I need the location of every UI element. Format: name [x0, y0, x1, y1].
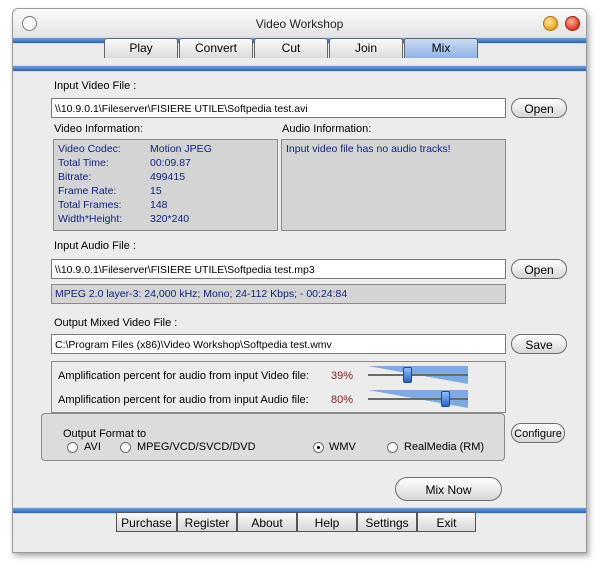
input-video-label: Input Video File :	[54, 80, 137, 92]
window-title: Video Workshop	[255, 17, 344, 31]
tab-join[interactable]: Join	[329, 38, 403, 58]
open-audio-button[interactable]: Open	[511, 259, 567, 279]
save-button[interactable]: Save	[511, 334, 567, 354]
audio-details-text: MPEG 2.0 layer-3: 24,000 kHz; Mono; 24-1…	[55, 288, 348, 300]
minimize-icon[interactable]	[543, 16, 558, 31]
slider-track	[368, 374, 468, 376]
radio-mpeg-label: MPEG/VCD/SVCD/DVD	[137, 441, 256, 453]
about-button[interactable]: About	[237, 512, 297, 532]
audio-info-label: Audio Information:	[282, 123, 372, 135]
settings-button[interactable]: Settings	[357, 512, 417, 532]
radio-wmv[interactable]	[313, 442, 324, 453]
tab-convert[interactable]: Convert	[179, 38, 253, 58]
info-value: 00:09.87	[150, 157, 191, 169]
register-button[interactable]: Register	[177, 512, 237, 532]
title-bar[interactable]: Video Workshop	[13, 9, 586, 38]
configure-button[interactable]: Configure	[511, 423, 565, 443]
output-field[interactable]: C:\Program Files (x86)\Video Workshop\So…	[51, 334, 506, 354]
radio-mpeg[interactable]	[120, 442, 131, 453]
output-format-label: Output Format to	[63, 428, 147, 440]
radio-wmv-label: WMV	[329, 441, 356, 453]
info-value: 499415	[150, 171, 186, 183]
radio-realmedia-label: RealMedia (RM)	[404, 441, 485, 453]
info-value: Motion JPEG	[150, 143, 212, 155]
exit-button[interactable]: Exit	[417, 512, 476, 532]
radio-avi[interactable]	[67, 442, 78, 453]
radio-avi-label: AVI	[84, 441, 101, 453]
video-info-panel: Video Codec: Motion JPEG Total Time: 00:…	[53, 139, 278, 231]
tab-accent-band	[13, 65, 586, 72]
video-amp-percent: 39%	[331, 370, 354, 382]
audio-info-text: Input video file has no audio tracks!	[286, 143, 451, 155]
radio-realmedia[interactable]	[387, 442, 398, 453]
info-key: Width*Height:	[58, 213, 123, 225]
slider-thumb[interactable]	[441, 391, 450, 407]
output-label: Output Mixed Video File :	[54, 317, 178, 329]
slider-track	[368, 398, 468, 400]
input-audio-label: Input Audio File :	[54, 240, 136, 252]
video-amp-slider[interactable]	[368, 366, 468, 384]
input-audio-field[interactable]: \\10.9.0.1\Fileserver\FISIERE UTILE\Soft…	[51, 259, 506, 279]
info-key: Bitrate:	[58, 171, 92, 183]
info-value: 320*240	[150, 213, 190, 225]
info-key: Total Time:	[58, 157, 109, 169]
info-key: Frame Rate:	[58, 185, 117, 197]
slider-thumb[interactable]	[403, 367, 412, 383]
audio-amp-slider[interactable]	[368, 390, 468, 408]
info-value: 148	[150, 199, 168, 211]
info-key: Total Frames:	[58, 199, 122, 211]
close-icon[interactable]	[565, 16, 580, 31]
help-button[interactable]: Help	[297, 512, 357, 532]
open-video-button[interactable]: Open	[511, 98, 567, 118]
video-info-label: Video Information:	[54, 123, 144, 135]
audio-details-panel: MPEG 2.0 layer-3: 24,000 kHz; Mono; 24-1…	[51, 284, 506, 304]
tab-play[interactable]: Play	[104, 38, 178, 58]
info-key: Video Codec:	[58, 143, 121, 155]
purchase-button[interactable]: Purchase	[116, 512, 177, 532]
input-video-field[interactable]: \\10.9.0.1\Fileserver\FISIERE UTILE\Soft…	[51, 98, 506, 118]
audio-amp-percent: 80%	[331, 394, 354, 406]
tab-cut[interactable]: Cut	[254, 38, 328, 58]
video-amp-label: Amplification percent for audio from inp…	[58, 370, 310, 382]
info-value: 15	[150, 185, 162, 197]
audio-amp-label: Amplification percent for audio from inp…	[58, 394, 309, 406]
mix-now-button[interactable]: Mix Now	[395, 477, 502, 501]
audio-info-panel: Input video file has no audio tracks!	[281, 139, 506, 231]
tab-mix[interactable]: Mix	[404, 38, 478, 58]
